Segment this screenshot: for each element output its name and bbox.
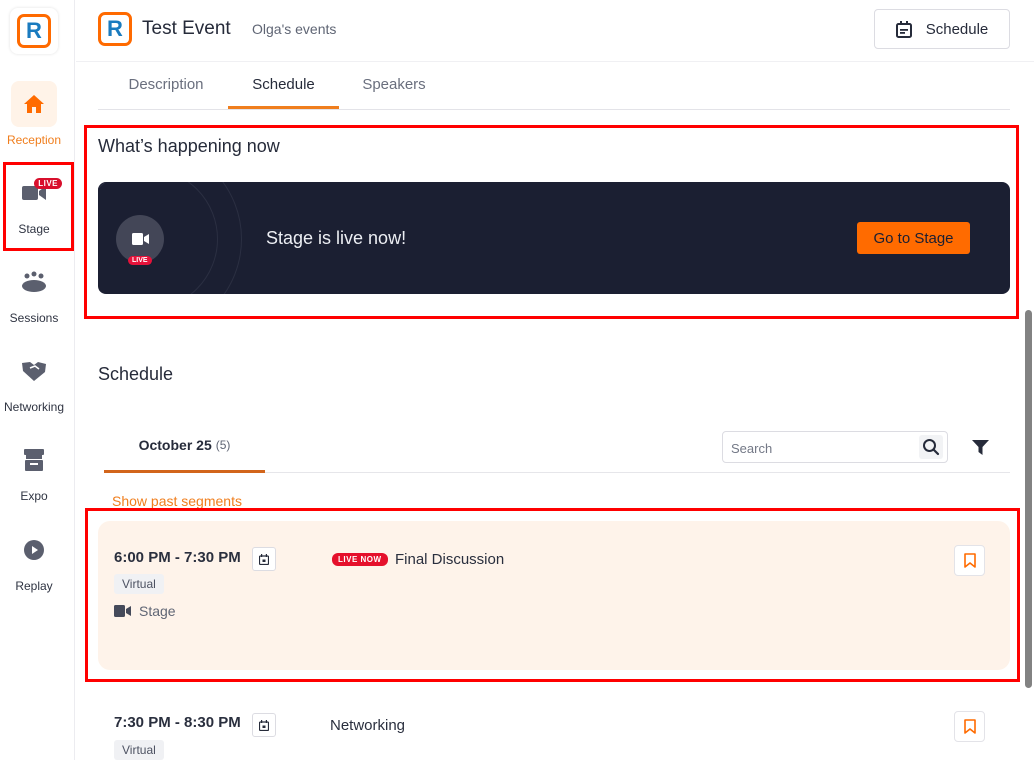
segment-location-label: Stage [139,603,176,619]
event-organizer[interactable]: Olga's events [252,21,336,37]
live-now-card: LIVE Stage is live now! Go to Stage [98,182,1010,294]
live-message: Stage is live now! [266,228,407,248]
sidebar-item-replay[interactable]: Replay [0,527,68,593]
sidebar-item-label: Stage [18,222,50,236]
segment-time: 7:30 PM - 8:30 PM [114,714,241,731]
search-button[interactable] [919,435,943,459]
logo-r-icon: R [17,14,51,48]
search-field [722,431,948,463]
bookmark-icon [963,719,976,734]
sidebar-item-expo[interactable]: Expo [0,437,68,503]
calendar-icon [259,553,269,565]
sidebar-item-networking[interactable]: Networking [0,348,68,414]
booth-icon [24,449,44,471]
sidebar-item-stage[interactable]: LIVE Stage [0,170,68,236]
play-circle-icon [24,540,44,560]
sidebar: R Reception LIVE Stage Sessions Networki… [0,0,75,760]
sidebar-item-reception[interactable]: Reception [0,81,68,147]
schedule-segment[interactable]: 6:00 PM - 7:30 PM Virtual Stage LIVE NOW… [98,521,1010,670]
segment-title[interactable]: Networking [330,717,405,734]
bookmark-button[interactable] [954,711,985,742]
video-camera-icon [114,605,131,617]
live-now-badge: LIVE NOW [332,553,388,566]
tab-schedule[interactable]: Schedule [228,62,339,109]
home-icon [24,95,44,113]
schedule-title: Schedule [98,364,174,384]
schedule-button[interactable]: Schedule [874,9,1010,49]
event-tabs: Description Schedule Speakers [98,62,1010,110]
segment-location: Stage [114,603,176,619]
date-tab-label: October 25 [138,437,212,453]
tab-description[interactable]: Description [110,62,222,109]
sidebar-item-label: Networking [3,400,65,414]
calendar-icon [259,719,269,731]
sidebar-item-label: Reception [6,133,62,147]
sidebar-item-label: Replay [15,579,53,593]
show-past-segments-link[interactable]: Show past segments [112,493,242,509]
filter-button[interactable] [968,436,992,458]
video-camera-icon [131,233,149,245]
people-table-icon [22,271,46,292]
live-badge: LIVE [34,178,62,189]
sidebar-item-sessions[interactable]: Sessions [0,259,68,325]
filter-icon [971,439,989,455]
date-tab-count: (5) [215,438,231,452]
date-tab-october-25[interactable]: October 25 (5) [104,420,265,473]
search-icon [923,439,940,456]
bookmark-icon [963,553,976,568]
tab-speakers[interactable]: Speakers [348,62,440,109]
search-input[interactable] [731,437,911,459]
bookmark-button[interactable] [954,545,985,576]
segment-time: 6:00 PM - 7:30 PM [114,549,241,566]
segment-type-tag: Virtual [114,574,164,594]
sidebar-item-label: Expo [20,489,48,503]
scrollbar-thumb[interactable] [1025,310,1032,688]
schedule-button-label: Schedule [925,20,989,38]
calendar-icon [895,20,912,38]
handshake-icon [22,362,46,381]
segment-title[interactable]: Final Discussion [395,551,504,568]
add-to-calendar-button[interactable] [252,713,276,737]
sidebar-item-label: Sessions [9,311,59,325]
happening-now-title: What’s happening now [98,136,280,156]
segment-type-tag: Virtual [114,740,164,760]
schedule-segment[interactable]: 7:30 PM - 8:30 PM Virtual Networking [98,694,1010,784]
event-title: Test Event [142,18,231,39]
add-to-calendar-button[interactable] [252,547,276,571]
app-logo[interactable]: R [10,8,58,54]
event-header: R Test Event Olga's events Schedule [76,0,1034,62]
live-badge: LIVE [128,256,152,265]
go-to-stage-button[interactable]: Go to Stage [857,222,970,254]
event-logo: R [98,12,132,46]
